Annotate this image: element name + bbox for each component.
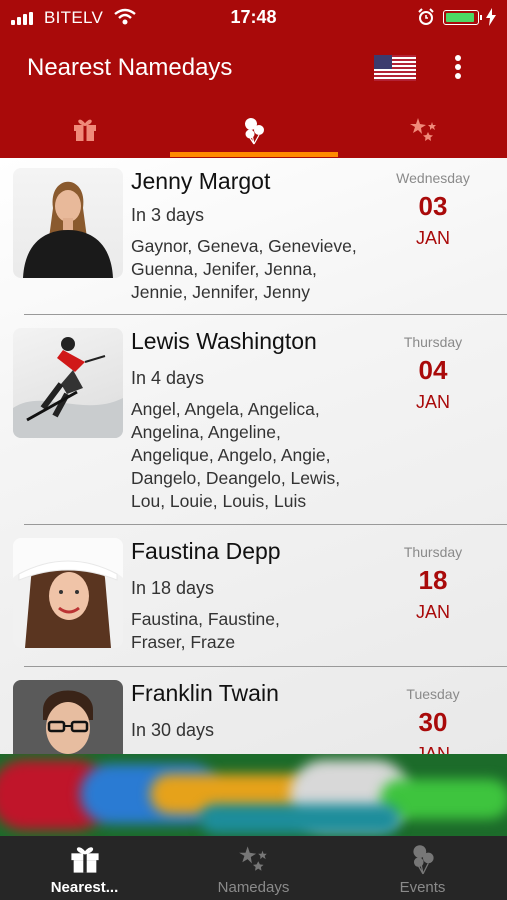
nav-label: Events [399,879,446,896]
us-flag-icon[interactable] [374,55,416,81]
day-number: 04 [418,355,448,385]
tab-balloons[interactable] [169,108,338,158]
selected-tab-indicator [170,152,338,157]
person-name: Jenny Margot [131,168,271,194]
sparkles-icon [239,846,267,871]
alternative-names: Faustina, Faustine, Fraser, Fraze [131,609,280,652]
month: JAN [415,744,450,754]
app-header: BITELV 17:48 Nearest Namedays [0,0,507,158]
nameday-list[interactable]: Jenny Margot In 3 days Gaynor, Geneva, G… [0,158,507,754]
days-until: In 30 days [131,720,215,740]
person-name: Faustina Depp [131,538,281,564]
bottom-navigation: Nearest... Namedays Events [0,836,507,900]
avatar [13,680,123,754]
top-tabs [0,108,507,158]
month: JAN [415,228,450,248]
divider [24,314,507,315]
weekday: Thursday [403,334,463,350]
days-until: In 4 days [131,368,205,388]
day-number: 03 [418,191,448,221]
weekday: Wednesday [396,170,470,186]
page-title: Nearest Namedays [27,54,233,81]
divider [24,524,507,525]
weekday: Tuesday [406,686,460,702]
balloons-icon [413,845,434,875]
tab-sparkles[interactable] [338,108,507,158]
status-bar: BITELV 17:48 [0,0,507,36]
divider [24,666,507,667]
avatar [13,538,123,648]
tab-gifts[interactable] [0,108,169,158]
nav-label: Nearest... [50,879,119,896]
alternative-names: Angel, Angela, Angelica, Angelina, Angeli… [131,399,341,511]
battery-icon [443,10,482,25]
alarm-icon [418,8,434,25]
days-until: In 3 days [131,205,205,225]
day-number: 18 [418,565,448,595]
gift-icon [74,119,96,141]
nav-nearest[interactable]: Nearest... [0,836,169,900]
more-vertical-icon[interactable] [450,52,466,84]
person-name: Lewis Washington [131,328,317,354]
nav-events[interactable]: Events [338,836,507,900]
month: JAN [415,392,450,412]
weekday: Thursday [403,544,463,560]
sparkles-icon [410,118,436,141]
days-until: In 18 days [131,578,215,598]
alternative-names: Gaynor, Geneva, Genevieve, Guenna, Jenife… [131,236,357,302]
gift-icon [71,847,99,873]
nav-namedays[interactable]: Namedays [169,836,338,900]
balloons-icon [245,118,264,145]
month: JAN [415,602,450,622]
ad-banner[interactable] [0,754,507,836]
avatar [13,168,123,278]
person-name: Franklin Twain [131,680,279,706]
charging-icon [486,8,496,26]
nav-label: Namedays [217,879,290,896]
day-number: 30 [418,707,448,737]
avatar [13,328,123,438]
